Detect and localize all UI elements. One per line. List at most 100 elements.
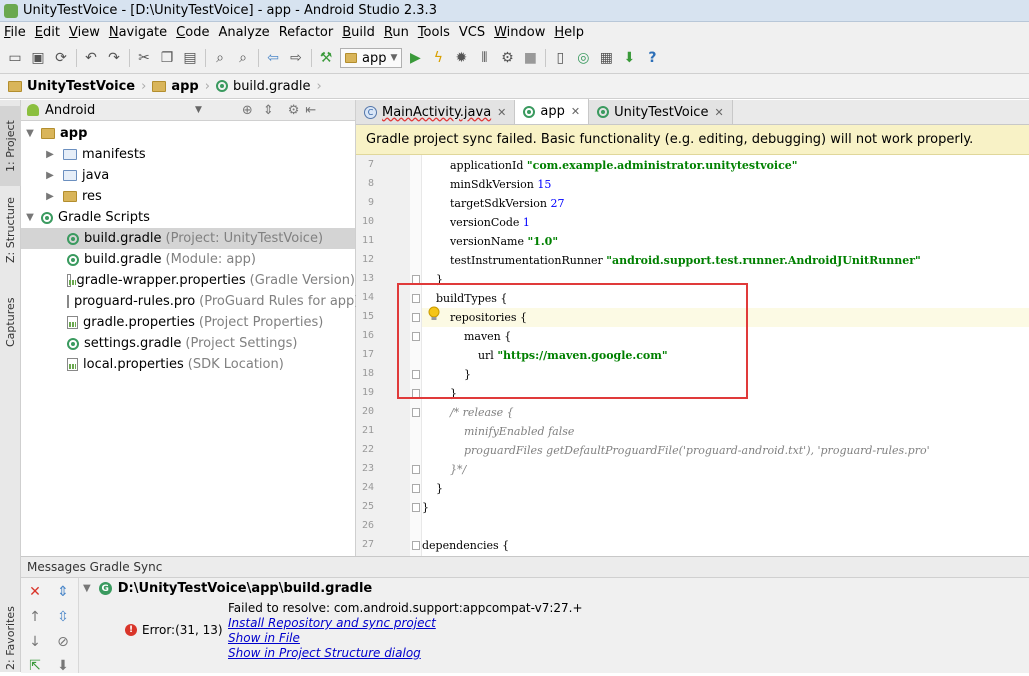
folder-icon bbox=[152, 80, 167, 92]
fold-marker-icon[interactable] bbox=[412, 465, 420, 474]
expand-all-icon[interactable]: ⇕ bbox=[53, 582, 73, 602]
menu-item[interactable]: Build bbox=[338, 25, 380, 40]
chevron-down-icon[interactable]: ▼ bbox=[195, 105, 202, 115]
fold-marker-icon[interactable] bbox=[412, 484, 420, 493]
close-icon[interactable]: ✕ bbox=[25, 582, 45, 602]
tree-node-gradle-scripts[interactable]: ▼ Gradle Scripts bbox=[21, 207, 355, 228]
gradle-sync-icon[interactable]: ◎ bbox=[572, 47, 594, 69]
run-icon[interactable]: ▶ bbox=[404, 47, 426, 69]
breadcrumb-project[interactable]: UnityTestVoice bbox=[8, 79, 135, 94]
tree-node-app[interactable]: ▼ app bbox=[21, 123, 355, 144]
menu-item[interactable]: View bbox=[65, 25, 105, 40]
menu-item[interactable]: Edit bbox=[31, 25, 65, 40]
gradle-icon bbox=[67, 253, 79, 266]
menu-item[interactable]: VCS bbox=[455, 25, 490, 40]
tree-node-java[interactable]: ▶ java bbox=[21, 165, 355, 186]
open-folder-icon[interactable]: ▭ bbox=[4, 47, 26, 69]
fold-marker-icon[interactable] bbox=[412, 541, 420, 550]
fold-marker-icon[interactable] bbox=[412, 503, 420, 512]
sdk-manager-icon[interactable]: ⬇ bbox=[618, 47, 640, 69]
menu-item[interactable]: Code bbox=[172, 25, 214, 40]
tab-captures[interactable]: Captures bbox=[0, 285, 21, 360]
menu-item[interactable]: Refactor bbox=[275, 25, 339, 40]
menu-bar: File Edit View Navigate Code Analyze Refactor B… bbox=[0, 22, 1029, 43]
highlight-box bbox=[397, 283, 748, 399]
message-file-node[interactable]: ▼ G D:\UnityTestVoice\app\build.gradle bbox=[83, 581, 372, 596]
project-panel-header: Android ▼ ⊕ ⇕ ⚙ ⇤ bbox=[21, 100, 355, 121]
tab-app-build-gradle[interactable]: app ✕ bbox=[515, 99, 590, 124]
collapse-all-icon[interactable]: ⇳ bbox=[53, 607, 73, 627]
apply-changes-icon[interactable]: ϟ bbox=[427, 47, 449, 69]
attach-debugger-icon[interactable]: ⚙ bbox=[496, 47, 518, 69]
show-in-project-structure-link[interactable]: Show in Project Structure dialog bbox=[228, 646, 583, 661]
tab-mainactivity[interactable]: C MainActivity.java ✕ bbox=[356, 100, 516, 124]
avd-manager-icon[interactable]: ▯ bbox=[549, 47, 571, 69]
replace-icon[interactable]: ⌕ bbox=[232, 47, 254, 69]
profile-icon[interactable]: ⫴ bbox=[473, 47, 495, 69]
file-icon bbox=[67, 295, 69, 308]
main-toolbar: ▭ ▣ ⟳ ↶ ↷ ✂ ❐ ▤ ⌕ ⌕ ⇦ ⇨ ⚒ app ▼ ▶ ϟ ✹ ⫴ ⚙… bbox=[0, 43, 1029, 74]
download-icon[interactable]: ⬇ bbox=[53, 656, 73, 676]
expanded-arrow-icon: ▼ bbox=[26, 212, 34, 223]
tree-file-item[interactable]: proguard-rules.pro (ProGuard Rules for ap… bbox=[21, 291, 359, 312]
tab-structure[interactable]: Z: Structure bbox=[0, 190, 21, 270]
hide-panel-icon[interactable]: ⇤ bbox=[305, 103, 316, 118]
install-repository-link[interactable]: Install Repository and sync project bbox=[228, 616, 583, 631]
breadcrumb-file[interactable]: build.gradle bbox=[215, 79, 310, 94]
tree-file-item[interactable]: settings.gradle (Project Settings) bbox=[21, 333, 355, 354]
sync-icon[interactable]: ⟳ bbox=[50, 47, 72, 69]
settings-gear-icon[interactable]: ⚙ bbox=[288, 103, 300, 118]
forward-icon[interactable]: ⇨ bbox=[285, 47, 307, 69]
tree-file-item[interactable]: gradle-wrapper.properties (Gradle Version… bbox=[21, 270, 355, 291]
menu-item[interactable]: Tools bbox=[414, 25, 455, 40]
debug-icon[interactable]: ✹ bbox=[450, 47, 472, 69]
tree-file-item[interactable]: gradle.properties (Project Properties) bbox=[21, 312, 355, 333]
close-icon[interactable]: ✕ bbox=[497, 106, 506, 119]
collapsed-arrow-icon: ▶ bbox=[46, 170, 54, 181]
breadcrumb-module[interactable]: app bbox=[152, 79, 199, 94]
close-icon[interactable]: ✕ bbox=[571, 105, 580, 118]
show-errors-icon[interactable]: ⊘ bbox=[53, 632, 73, 652]
export-icon[interactable]: ⇱ bbox=[25, 656, 45, 676]
fold-marker-icon[interactable] bbox=[412, 408, 420, 417]
scroll-from-source-icon[interactable]: ⊕ bbox=[242, 103, 253, 118]
previous-icon[interactable]: ↑ bbox=[25, 607, 45, 627]
tab-project-build-gradle[interactable]: UnityTestVoice ✕ bbox=[589, 100, 733, 124]
menu-item[interactable]: Help bbox=[550, 25, 589, 40]
redo-icon[interactable]: ↷ bbox=[103, 47, 125, 69]
next-icon[interactable]: ↓ bbox=[25, 632, 45, 652]
tree-node-res[interactable]: ▶ res bbox=[21, 186, 355, 207]
error-location[interactable]: ! Error:(31, 13) bbox=[125, 623, 223, 637]
project-structure-icon[interactable]: ▦ bbox=[595, 47, 617, 69]
menu-item[interactable]: Navigate bbox=[105, 25, 172, 40]
show-in-file-link[interactable]: Show in File bbox=[228, 631, 583, 646]
tree-file-item[interactable]: build.gradle (Module: app) bbox=[21, 249, 355, 270]
tab-favorites[interactable]: 2: Favorites bbox=[0, 605, 21, 672]
code-line: minSdkVersion 15 bbox=[422, 178, 552, 191]
paste-icon[interactable]: ▤ bbox=[179, 47, 201, 69]
undo-icon[interactable]: ↶ bbox=[80, 47, 102, 69]
copy-icon[interactable]: ❐ bbox=[156, 47, 178, 69]
line-number: 18 bbox=[361, 368, 374, 379]
line-number: 7 bbox=[367, 159, 374, 170]
collapse-all-icon[interactable]: ⇕ bbox=[263, 103, 274, 118]
menu-item[interactable]: File bbox=[0, 25, 31, 40]
menu-item[interactable]: Run bbox=[380, 25, 414, 40]
tab-project[interactable]: 1: Project bbox=[0, 106, 21, 186]
line-number: 21 bbox=[361, 425, 374, 436]
back-icon[interactable]: ⇦ bbox=[262, 47, 284, 69]
tree-file-item[interactable]: build.gradle (Project: UnityTestVoice) bbox=[21, 228, 355, 249]
menu-item[interactable]: Analyze bbox=[214, 25, 274, 40]
help-icon[interactable]: ? bbox=[641, 47, 663, 69]
run-config-select[interactable]: app ▼ bbox=[340, 48, 403, 68]
view-mode-select[interactable]: Android bbox=[45, 103, 195, 118]
tree-file-item[interactable]: local.properties (SDK Location) bbox=[21, 354, 355, 375]
tree-node-manifests[interactable]: ▶ manifests bbox=[21, 144, 355, 165]
make-project-icon[interactable]: ⚒ bbox=[315, 47, 337, 69]
menu-item[interactable]: Window bbox=[490, 25, 550, 40]
cut-icon[interactable]: ✂ bbox=[133, 47, 155, 69]
stop-icon[interactable]: ■ bbox=[519, 47, 541, 69]
save-all-icon[interactable]: ▣ bbox=[27, 47, 49, 69]
close-icon[interactable]: ✕ bbox=[714, 106, 723, 119]
find-icon[interactable]: ⌕ bbox=[209, 47, 231, 69]
